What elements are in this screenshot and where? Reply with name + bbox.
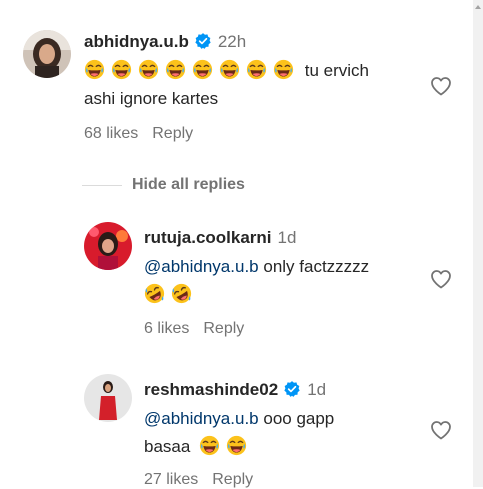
username[interactable]: rutuja.coolkarni xyxy=(144,228,272,247)
reply-text: @abhidnya.u.b ooo gapp basaa xyxy=(144,405,424,461)
reply-text: @abhidnya.u.b only factzzzzz xyxy=(144,253,424,309)
reply-text-line1: ooo gapp xyxy=(263,409,335,428)
avatar-reshma[interactable] xyxy=(84,374,132,422)
likes-count[interactable]: 27 likes xyxy=(144,471,198,488)
laughing-emoji-icon xyxy=(273,59,294,80)
scrollbar[interactable] xyxy=(473,0,483,487)
comment-text: tu ervich ashi ignore kartes xyxy=(84,57,414,113)
timestamp: 1d xyxy=(307,380,327,399)
laughing-emoji-icon xyxy=(165,59,186,80)
hide-replies-label[interactable]: Hide all replies xyxy=(132,176,245,193)
hide-replies-toggle[interactable]: Hide all replies xyxy=(82,176,245,196)
comment-text-line2: ashi ignore kartes xyxy=(84,89,219,108)
reply-button[interactable]: Reply xyxy=(203,320,244,337)
comment-header: abhidnya.u.b 22h xyxy=(84,32,246,55)
like-heart-icon[interactable] xyxy=(428,267,454,291)
laughing-emoji-icon xyxy=(199,435,220,456)
laughing-emoji-icon xyxy=(226,435,247,456)
laughing-emoji-icon xyxy=(246,59,267,80)
reply-meta: 27 likes Reply xyxy=(144,471,253,489)
laughing-emoji-icon xyxy=(111,59,132,80)
divider-line xyxy=(82,184,122,186)
comment-text-line1: tu ervich xyxy=(304,61,369,80)
timestamp: 22h xyxy=(217,32,247,51)
reply-text-line2: basaa xyxy=(144,437,191,456)
reply-button[interactable]: Reply xyxy=(152,125,193,142)
reply-button[interactable]: Reply xyxy=(212,471,253,488)
likes-count[interactable]: 6 likes xyxy=(144,320,189,337)
like-heart-icon[interactable] xyxy=(428,74,454,98)
verified-badge-icon xyxy=(283,380,301,403)
laughing-emoji-icon xyxy=(84,59,105,80)
laughing-emoji-icon xyxy=(219,59,240,80)
laughing-emoji-icon xyxy=(192,59,213,80)
laughing-emoji-icon xyxy=(138,59,159,80)
timestamp: 1d xyxy=(277,228,297,247)
like-heart-icon[interactable] xyxy=(428,418,454,442)
reply-text-body: only factzzzzz xyxy=(263,257,370,276)
avatar-rutuja[interactable] xyxy=(84,222,132,270)
rofl-emoji-icon xyxy=(144,283,165,304)
username[interactable]: abhidnya.u.b xyxy=(84,32,189,51)
comment-meta: 68 likes Reply xyxy=(84,125,193,143)
reply-header: rutuja.coolkarni 1d xyxy=(144,228,296,248)
reply-header: reshmashinde02 1d xyxy=(144,380,326,403)
rofl-emoji-icon xyxy=(171,283,192,304)
avatar-abhidnya[interactable] xyxy=(23,30,71,78)
mention-link[interactable]: @abhidnya.u.b xyxy=(144,409,259,428)
scroll-up-arrow-icon[interactable] xyxy=(475,2,481,20)
username[interactable]: reshmashinde02 xyxy=(144,380,278,399)
reply-meta: 6 likes Reply xyxy=(144,320,244,338)
verified-badge-icon xyxy=(194,32,212,55)
likes-count[interactable]: 68 likes xyxy=(84,125,138,142)
mention-link[interactable]: @abhidnya.u.b xyxy=(144,257,259,276)
